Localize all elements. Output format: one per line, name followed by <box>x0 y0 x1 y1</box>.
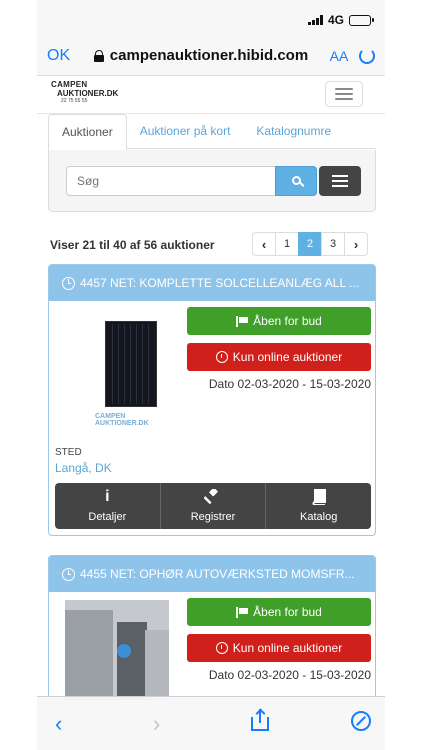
share-icon[interactable] <box>251 708 269 731</box>
tab-bar: Auktioner Auktioner på kort Katalognumre <box>48 114 376 150</box>
flag-icon <box>236 315 249 327</box>
reader-mode-button[interactable]: AA <box>325 48 353 64</box>
online-only-button[interactable]: Kun online auktioner <box>187 343 371 371</box>
auction-title[interactable]: 4457 NET: KOMPLETTE SOLCELLEANLÆG ALL ..… <box>80 276 359 290</box>
location-link[interactable]: Langå, DK <box>55 461 112 475</box>
solar-panel-image <box>105 321 157 407</box>
auction-image[interactable]: CAMPEN AUKTIONER.DK <box>65 321 169 441</box>
search-input[interactable] <box>66 166 276 196</box>
search-panel <box>48 150 376 212</box>
page-2-button[interactable]: 2 <box>298 232 322 256</box>
reload-icon[interactable] <box>359 47 375 64</box>
catalog-button[interactable]: Katalog <box>266 483 371 529</box>
prev-page-button[interactable]: ‹ <box>252 232 276 256</box>
auction-date: Dato 02-03-2020 - 15-03-2020 <box>208 668 371 682</box>
open-for-bids-button[interactable]: Åben for bud <box>187 598 371 626</box>
location-label: STED <box>55 447 82 458</box>
browser-toolbar: ‹ › <box>37 696 385 750</box>
info-icon: i <box>105 488 110 505</box>
compass-icon[interactable] <box>351 711 371 731</box>
tab-auktioner[interactable]: Auktioner <box>48 114 127 150</box>
gavel-icon <box>204 489 222 505</box>
status-bar: 4G <box>37 0 385 36</box>
signal-icon <box>307 15 323 25</box>
network-label: 4G <box>327 13 344 27</box>
url-field[interactable]: campenauktioner.hibid.com <box>77 47 325 64</box>
auction-card: 4457 NET: KOMPLETTE SOLCELLEANLÆG ALL ..… <box>48 264 376 536</box>
site-logo[interactable]: CAMPEN AUKTIONER.DK 22 75 55 55 <box>51 80 121 106</box>
filter-menu-button[interactable] <box>319 166 361 196</box>
open-for-bids-button[interactable]: Åben for bud <box>187 307 371 335</box>
back-icon[interactable]: ‹ <box>55 711 62 737</box>
hamburger-menu-button[interactable] <box>325 81 363 107</box>
auction-actions: i Detaljer Registrer Katalog <box>55 483 371 529</box>
tab-katalognumre[interactable]: Katalognumre <box>243 114 344 149</box>
forward-icon[interactable]: › <box>153 711 160 737</box>
auction-card-header[interactable]: 4455 NET: OPHØR AUTOVÆRKSTED MOMSFR... <box>49 556 375 592</box>
next-page-button[interactable]: › <box>344 232 368 256</box>
alert-icon <box>215 351 228 363</box>
chevron-right-icon: › <box>353 236 359 252</box>
site-header: CAMPEN AUKTIONER.DK 22 75 55 55 <box>37 76 385 114</box>
details-button[interactable]: i Detaljer <box>55 483 161 529</box>
auction-title[interactable]: 4455 NET: OPHØR AUTOVÆRKSTED MOMSFR... <box>80 567 355 581</box>
battery-icon <box>349 14 374 26</box>
online-only-button[interactable]: Kun online auktioner <box>187 634 371 662</box>
auction-date: Dato 02-03-2020 - 15-03-2020 <box>208 377 371 391</box>
clock-icon <box>62 276 75 290</box>
chevron-left-icon: ‹ <box>261 236 267 252</box>
pagination: ‹ 1 2 3 › <box>252 232 368 256</box>
phone-screen: 4G OK campenauktioner.hibid.com AA CAMPE… <box>37 0 385 750</box>
book-icon <box>311 489 327 505</box>
auction-image[interactable] <box>65 600 169 700</box>
register-button[interactable]: Registrer <box>160 483 267 529</box>
auction-card-header[interactable]: 4457 NET: KOMPLETTE SOLCELLEANLÆG ALL ..… <box>49 265 375 301</box>
alert-icon <box>215 642 228 654</box>
page-1-button[interactable]: 1 <box>275 232 299 256</box>
done-button[interactable]: OK <box>47 47 77 65</box>
clock-icon <box>62 567 75 581</box>
search-button[interactable] <box>275 166 317 196</box>
tab-auktioner-paa-kort[interactable]: Auktioner på kort <box>127 114 244 149</box>
flag-icon <box>236 606 249 618</box>
url-text: campenauktioner.hibid.com <box>109 47 309 64</box>
page-3-button[interactable]: 3 <box>321 232 345 256</box>
lock-icon <box>93 49 104 62</box>
search-icon <box>292 176 301 185</box>
address-bar: OK campenauktioner.hibid.com AA <box>37 36 385 76</box>
image-watermark-logo: CAMPEN AUKTIONER.DK <box>95 413 149 427</box>
results-summary: Viser 21 til 40 af 56 auktioner <box>50 238 215 252</box>
